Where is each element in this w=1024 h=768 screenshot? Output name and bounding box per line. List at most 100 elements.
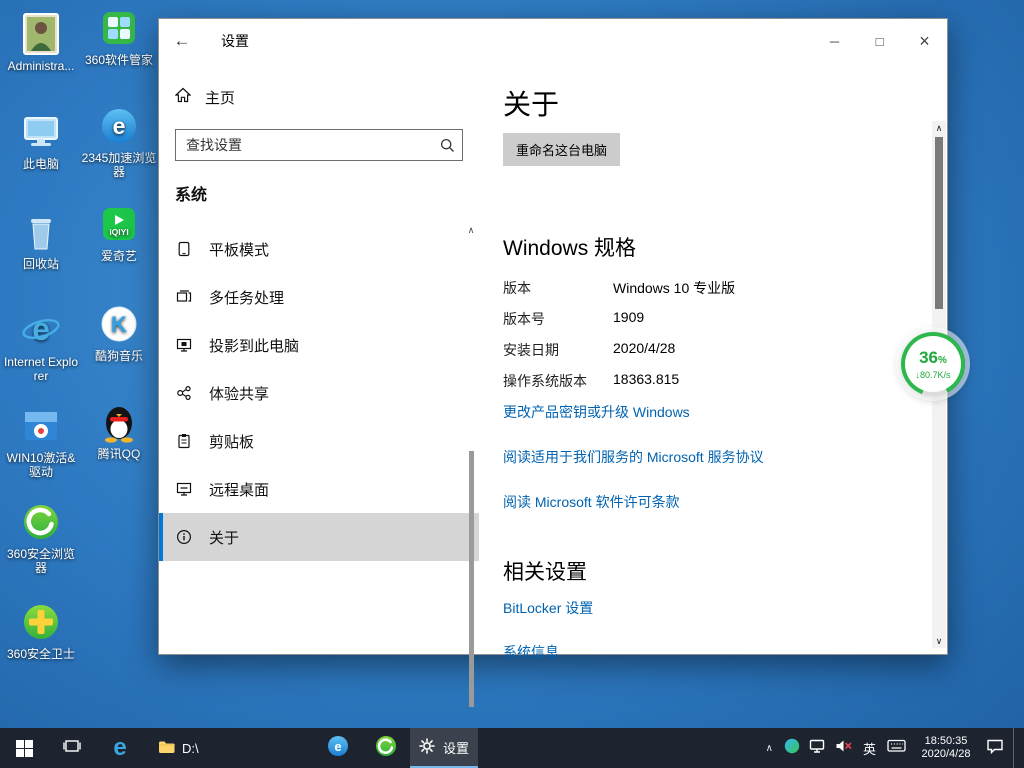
license-terms-link[interactable]: 阅读 Microsoft 软件许可条款 bbox=[503, 492, 680, 512]
settings-window: ← 设置 ─ □ × 主页 系统 bbox=[158, 18, 948, 655]
360-browser-icon bbox=[19, 500, 63, 544]
shared-experiences-icon bbox=[175, 385, 193, 401]
touch-keyboard-icon[interactable] bbox=[887, 738, 906, 758]
task-view-button[interactable] bbox=[48, 728, 96, 768]
volume-muted-icon[interactable] bbox=[835, 739, 852, 758]
services-agreement-link[interactable]: 阅读适用于我们服务的 Microsoft 服务协议 bbox=[503, 447, 764, 467]
spec-value: 1909 bbox=[613, 309, 644, 329]
taskbar-360-browser-button[interactable] bbox=[362, 728, 410, 768]
desktop-icon-qq[interactable]: 腾讯QQ bbox=[80, 400, 158, 461]
home-icon bbox=[175, 87, 191, 107]
chevron-up-icon[interactable]: ∧ bbox=[932, 121, 946, 135]
spec-row: 操作系统版本 18363.815 bbox=[503, 371, 905, 391]
desktop-icon-label: Internet Explorer bbox=[2, 355, 80, 383]
bitlocker-settings-link[interactable]: BitLocker 设置 bbox=[503, 598, 593, 618]
about-icon bbox=[175, 529, 193, 545]
tablet-mode-icon bbox=[175, 241, 193, 257]
sidebar-item-tablet-mode[interactable]: 平板模式 bbox=[159, 225, 479, 273]
sidebar-item-label: 投影到此电脑 bbox=[209, 335, 299, 356]
tray-360-icon[interactable] bbox=[784, 738, 800, 759]
360-speed-ball[interactable]: 36% ↓80.7K/s bbox=[901, 332, 965, 396]
action-center-icon[interactable] bbox=[986, 738, 1004, 759]
maximize-button[interactable]: □ bbox=[857, 19, 902, 63]
sidebar-item-remote-desktop[interactable]: 远程桌面 bbox=[159, 465, 479, 513]
chevron-down-icon[interactable]: ∨ bbox=[932, 634, 946, 648]
desktop-icon-label: WIN10激活&驱动 bbox=[2, 451, 80, 479]
close-button[interactable]: × bbox=[902, 19, 947, 63]
search-icon[interactable] bbox=[432, 138, 462, 153]
desktop-icon-label: 360安全卫士 bbox=[2, 647, 80, 661]
svg-text:e: e bbox=[113, 113, 126, 139]
tray-date: 2020/4/28 bbox=[915, 748, 977, 761]
gear-icon bbox=[419, 738, 435, 757]
chevron-up-icon[interactable]: ∧ bbox=[465, 223, 477, 237]
content-scrollbar-thumb[interactable] bbox=[935, 137, 943, 309]
sidebar-item-home[interactable]: 主页 bbox=[159, 77, 479, 117]
rename-pc-button[interactable]: 重命名这台电脑 bbox=[503, 133, 620, 166]
desktop-icon-recycle-bin[interactable]: 回收站 bbox=[2, 210, 80, 271]
sidebar-item-multitasking[interactable]: 多任务处理 bbox=[159, 273, 479, 321]
settings-search-box bbox=[175, 129, 463, 161]
change-product-key-link[interactable]: 更改产品密钥或升级 Windows bbox=[503, 402, 690, 422]
kugou-music-icon: K bbox=[97, 302, 141, 346]
desktop-icon-label: 此电脑 bbox=[2, 157, 80, 171]
sidebar-item-label: 关于 bbox=[209, 527, 239, 548]
taskbar-settings-button[interactable]: 设置 bbox=[410, 728, 478, 768]
360-software-icon bbox=[97, 6, 141, 50]
close-icon: × bbox=[919, 31, 930, 52]
minimize-button[interactable]: ─ bbox=[812, 19, 857, 63]
desktop-icon-internet-explorer[interactable]: e Internet Explorer bbox=[2, 308, 80, 383]
start-button[interactable] bbox=[0, 728, 48, 768]
taskbar-explorer-drive[interactable]: D:\ bbox=[144, 728, 213, 768]
maximize-icon: □ bbox=[876, 34, 884, 49]
desktop-icon-this-pc[interactable]: 此电脑 bbox=[2, 110, 80, 171]
taskbar-clock[interactable]: 18:50:35 2020/4/28 bbox=[915, 735, 977, 761]
taskbar-2345-browser-button[interactable]: e bbox=[314, 728, 362, 768]
show-desktop-button[interactable] bbox=[1013, 728, 1018, 768]
spec-row: 版本号 1909 bbox=[503, 309, 905, 329]
sidebar-item-about[interactable]: 关于 bbox=[159, 513, 479, 561]
sidebar-item-label: 平板模式 bbox=[209, 239, 269, 260]
spec-label: 安装日期 bbox=[503, 340, 613, 360]
taskbar-center: e 设置 bbox=[314, 728, 478, 768]
desktop-icon-2345-browser[interactable]: e 2345加速浏览器 bbox=[80, 104, 158, 179]
taskbar-edge-button[interactable]: e bbox=[96, 728, 144, 768]
sidebar-item-project[interactable]: 投影到此电脑 bbox=[159, 321, 479, 369]
sidebar-item-label: 多任务处理 bbox=[209, 287, 284, 308]
desktop-icon-360-software[interactable]: 360软件管家 bbox=[80, 6, 158, 67]
multitasking-icon bbox=[175, 289, 193, 305]
desktop-icon-iqiyi[interactable]: iQIYI 爱奇艺 bbox=[80, 202, 158, 263]
spec-value: 2020/4/28 bbox=[613, 340, 675, 360]
edge-icon: e bbox=[113, 736, 126, 760]
sidebar-item-clipboard[interactable]: 剪贴板 bbox=[159, 417, 479, 465]
network-icon[interactable] bbox=[809, 738, 826, 759]
language-indicator[interactable]: 英 bbox=[861, 739, 878, 758]
spec-row: 版本 Windows 10 专业版 bbox=[503, 278, 905, 298]
search-input[interactable] bbox=[176, 137, 432, 153]
tray-expand-icon[interactable]: ∧ bbox=[764, 743, 775, 754]
windows-spec-heading: Windows 规格 bbox=[503, 232, 905, 262]
sidebar-scrollbar-thumb[interactable] bbox=[469, 451, 474, 707]
2345-browser-icon: e bbox=[97, 104, 141, 148]
remote-desktop-icon bbox=[175, 481, 193, 497]
svg-text:K: K bbox=[111, 312, 127, 337]
this-pc-icon bbox=[19, 110, 63, 154]
sidebar-scrollbar[interactable]: ∧ bbox=[465, 223, 477, 650]
desktop-icon-360-safe[interactable]: 360安全卫士 bbox=[2, 600, 80, 661]
desktop-icon-label: 酷狗音乐 bbox=[80, 349, 158, 363]
desktop-icon-kugou[interactable]: K 酷狗音乐 bbox=[80, 302, 158, 363]
360-safe-icon bbox=[19, 600, 63, 644]
drive-label: D:\ bbox=[182, 741, 199, 756]
spec-value: 18363.815 bbox=[613, 371, 679, 391]
back-button[interactable]: ← bbox=[159, 19, 205, 63]
tray-time: 18:50:35 bbox=[915, 735, 977, 748]
project-to-pc-icon bbox=[175, 337, 193, 353]
svg-text:e: e bbox=[334, 739, 341, 754]
desktop-icon-win10-activate[interactable]: WIN10激活&驱动 bbox=[2, 404, 80, 479]
desktop-icon-360-browser[interactable]: 360安全浏览器 bbox=[2, 500, 80, 575]
percent-sign: % bbox=[938, 355, 947, 366]
system-info-link[interactable]: 系统信息 bbox=[503, 642, 559, 662]
sidebar-item-shared-experiences[interactable]: 体验共享 bbox=[159, 369, 479, 417]
window-title: 设置 bbox=[221, 31, 249, 51]
desktop-icon-administrator[interactable]: Administra... bbox=[2, 12, 80, 73]
